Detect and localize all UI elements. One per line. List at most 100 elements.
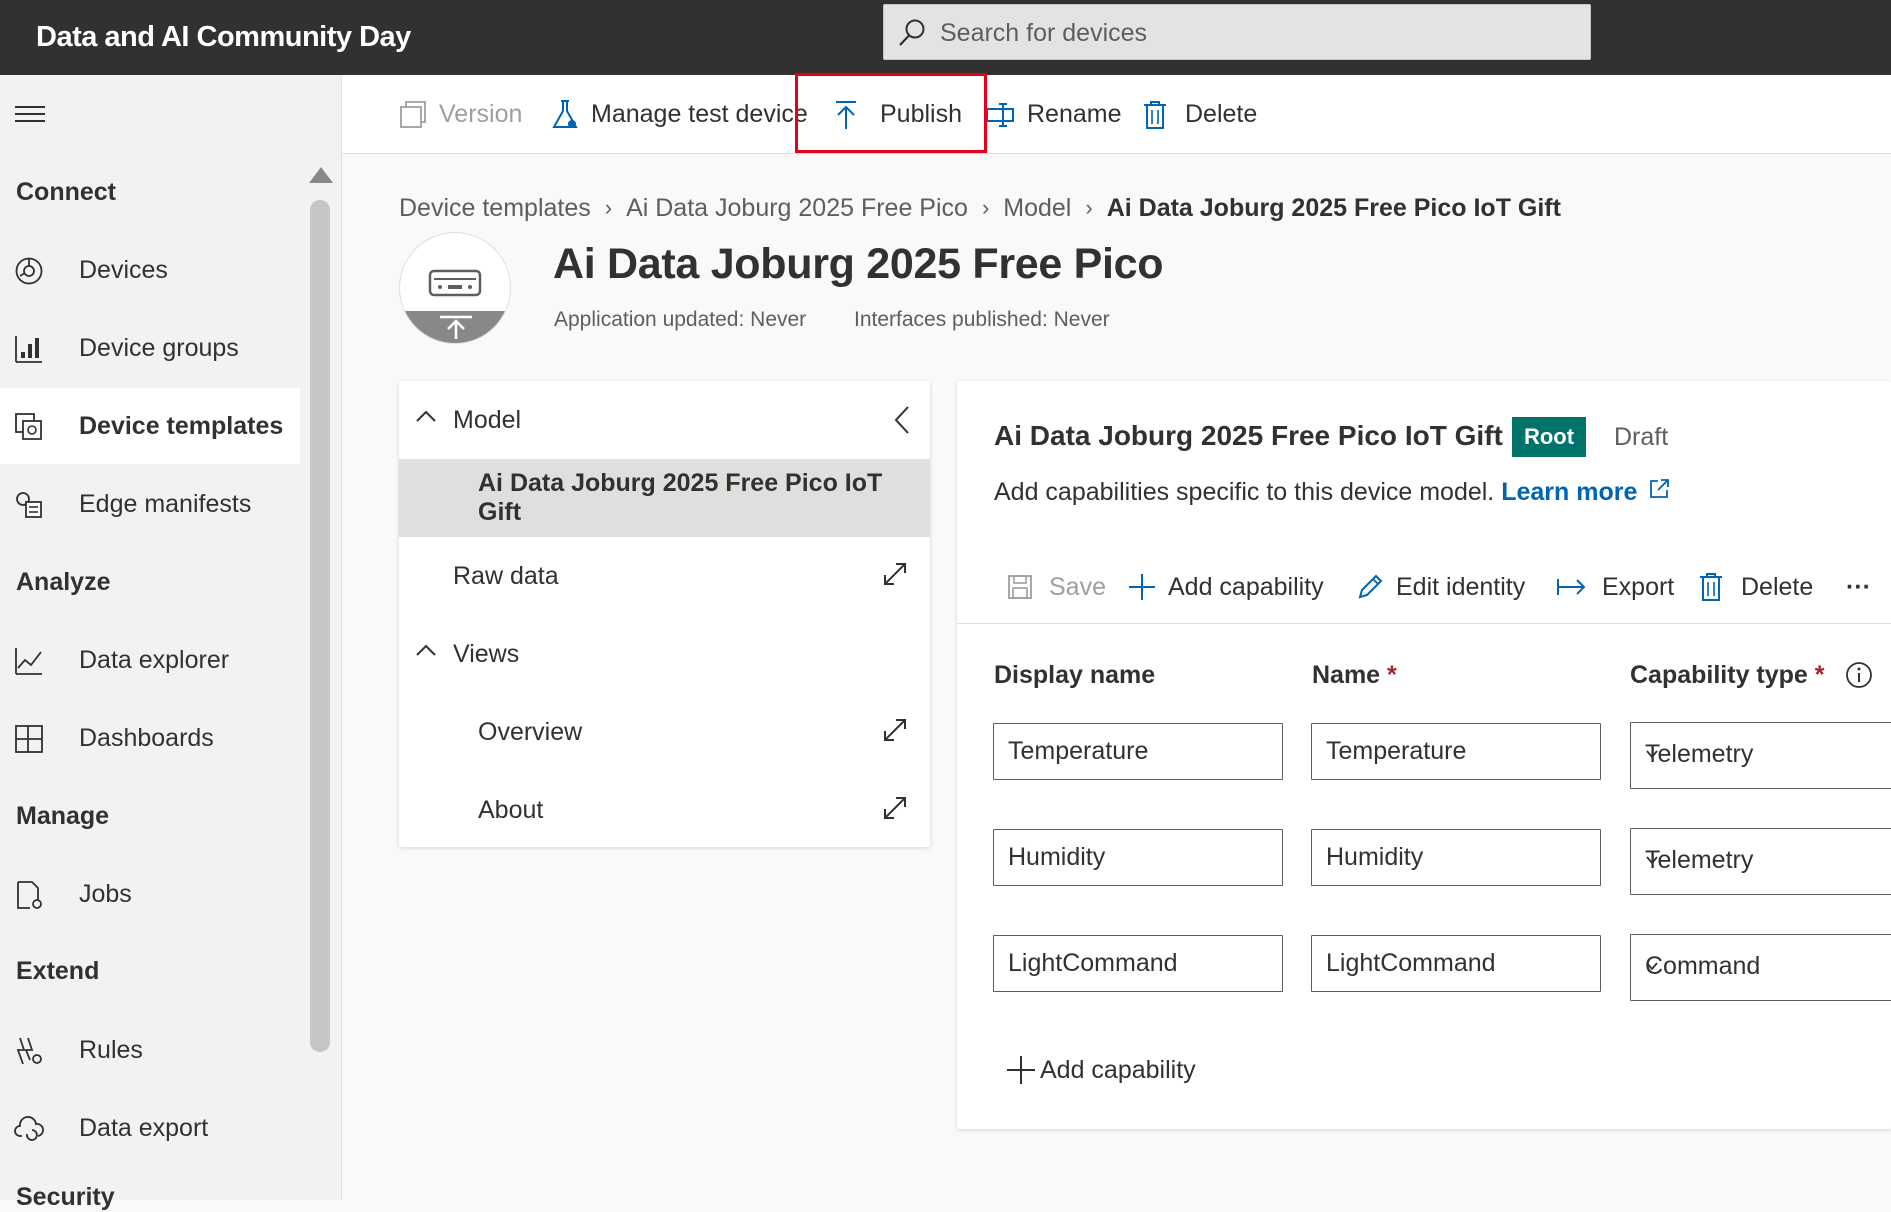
sidebar-item-devices[interactable]: Devices: [0, 232, 300, 308]
save-icon: [1007, 574, 1033, 600]
save-button[interactable]: Save: [1007, 550, 1106, 624]
chevron-right-icon: ›: [981, 195, 990, 220]
interfaces-published-text: Interfaces published: Never: [854, 308, 1110, 331]
breadcrumb-item[interactable]: Model: [1003, 194, 1071, 223]
section-connect: Connect: [16, 178, 116, 206]
column-header-name: Name *: [1312, 661, 1397, 689]
more-options-button[interactable]: ···: [1846, 550, 1871, 624]
root-badge: Root: [1512, 417, 1586, 457]
search-box[interactable]: [883, 4, 1591, 60]
version-icon: [399, 100, 427, 130]
sidebar-scrollbar[interactable]: [310, 200, 330, 1052]
device-template-avatar: [399, 232, 511, 344]
hamburger-menu-icon[interactable]: [14, 100, 46, 130]
export-button[interactable]: Export: [1556, 550, 1674, 624]
sidebar-item-rules[interactable]: Rules: [0, 1012, 300, 1088]
capability-type-dropdown[interactable]: Telemetry: [1630, 722, 1891, 789]
sidebar-item-device-groups[interactable]: Device groups: [0, 310, 300, 386]
edit-pencil-icon: [1356, 573, 1384, 601]
add-capability-bottom-button[interactable]: Add capability: [1006, 1050, 1196, 1090]
chevron-down-icon: [1645, 853, 1891, 867]
export-arrow-icon: [1556, 576, 1586, 598]
tree-item-about[interactable]: About: [399, 771, 930, 849]
tree-item-model-interface[interactable]: Ai Data Joburg 2025 Free Pico IoT Gift: [399, 459, 930, 537]
breadcrumb-item[interactable]: Ai Data Joburg 2025 Free Pico: [626, 194, 968, 223]
trash-icon: [1699, 572, 1723, 602]
name-field[interactable]: [1311, 829, 1601, 886]
chevron-right-icon: ›: [1085, 195, 1093, 220]
chevron-up-icon: [415, 409, 437, 423]
sidebar-item-jobs[interactable]: Jobs: [0, 856, 300, 932]
search-input[interactable]: [940, 13, 1560, 53]
edit-identity-button[interactable]: Edit identity: [1356, 550, 1525, 624]
data-explorer-icon: [14, 646, 44, 676]
collapse-panel-chevron-left-icon[interactable]: [894, 405, 910, 435]
devices-icon: [14, 256, 44, 286]
plus-icon: [1006, 1055, 1036, 1085]
delete-button[interactable]: Delete: [1143, 75, 1257, 154]
chevron-up-icon: [415, 643, 437, 657]
chevron-right-icon: ›: [604, 195, 613, 220]
manage-test-device-button[interactable]: Manage test device: [551, 75, 808, 154]
display-name-field[interactable]: [993, 723, 1283, 780]
editor-command-bar: Save Add capability Edit identity Export…: [957, 550, 1891, 624]
app-title[interactable]: Data and AI Community Day: [36, 14, 411, 60]
display-name-field[interactable]: [993, 829, 1283, 886]
plus-icon: [1128, 573, 1156, 601]
rename-button[interactable]: Rename: [985, 75, 1122, 154]
breadcrumb-current: Ai Data Joburg 2025 Free Pico IoT Gift: [1106, 193, 1561, 222]
sidebar-item-label: Data explorer: [79, 645, 230, 674]
required-asterisk: *: [1387, 661, 1397, 689]
sidebar-item-edge-manifests[interactable]: Edge manifests: [0, 466, 300, 542]
tree-model-header[interactable]: Model: [399, 381, 930, 459]
scroll-up-arrow-icon[interactable]: [308, 165, 334, 185]
name-field[interactable]: [1311, 935, 1601, 992]
tree-views-header[interactable]: Views: [399, 615, 930, 693]
rename-icon: [985, 102, 1015, 128]
device-groups-icon: [14, 334, 44, 364]
edge-manifests-icon: [14, 490, 44, 520]
sidebar-item-label: Jobs: [79, 879, 132, 908]
tree-item-raw-data[interactable]: Raw data: [399, 537, 930, 615]
sidebar-item-data-explorer[interactable]: Data explorer: [0, 622, 300, 698]
sidebar-item-label: Device groups: [79, 333, 239, 362]
expand-icon[interactable]: [882, 561, 908, 587]
page-title: Ai Data Joburg 2025 Free Pico: [553, 240, 1164, 288]
section-extend: Extend: [16, 957, 100, 985]
name-field[interactable]: [1311, 723, 1601, 780]
dashboards-icon: [14, 724, 44, 754]
expand-icon[interactable]: [882, 795, 908, 821]
section-security: Security: [16, 1183, 115, 1211]
publish-highlight-box: [795, 73, 987, 153]
sidebar-item-device-templates[interactable]: Device templates: [0, 388, 300, 464]
version-button[interactable]: Version: [399, 75, 522, 154]
sidebar-item-data-export[interactable]: Data export: [0, 1090, 300, 1166]
draft-status: Draft: [1614, 423, 1669, 451]
data-export-icon: [14, 1114, 44, 1144]
sidebar-item-label: Data export: [79, 1113, 209, 1142]
template-tree-panel: Model Ai Data Joburg 2025 Free Pico IoT …: [399, 381, 930, 847]
model-title: Ai Data Joburg 2025 Free Pico IoT Gift: [994, 420, 1503, 451]
breadcrumb-item[interactable]: Device templates: [399, 194, 591, 223]
sidebar-item-label: Edge manifests: [79, 489, 252, 518]
chevron-down-icon: [1645, 747, 1891, 761]
learn-more-link[interactable]: Learn more: [1501, 478, 1637, 506]
required-asterisk: *: [1814, 661, 1825, 689]
delete-model-button[interactable]: Delete: [1699, 550, 1813, 624]
search-icon: [898, 18, 926, 48]
add-capability-button[interactable]: Add capability: [1128, 550, 1324, 624]
display-name-field[interactable]: [993, 935, 1283, 992]
breadcrumb: Device templates › Ai Data Joburg 2025 F…: [399, 190, 1561, 226]
sidebar-item-label: Device templates: [79, 411, 284, 440]
sidebar-item-dashboards[interactable]: Dashboards: [0, 700, 300, 776]
capability-type-dropdown[interactable]: Command: [1630, 934, 1891, 1001]
chevron-down-icon: [1645, 959, 1891, 973]
external-link-icon: [1648, 478, 1670, 500]
tree-item-overview[interactable]: Overview: [399, 693, 930, 771]
column-header-display-name: Display name: [994, 661, 1156, 689]
column-header-capability-type: Capability type *: [1630, 661, 1873, 690]
capability-type-dropdown[interactable]: Telemetry: [1630, 828, 1891, 895]
sidebar-item-label: Devices: [79, 255, 168, 284]
info-icon[interactable]: [1845, 661, 1873, 689]
expand-icon[interactable]: [882, 717, 908, 743]
